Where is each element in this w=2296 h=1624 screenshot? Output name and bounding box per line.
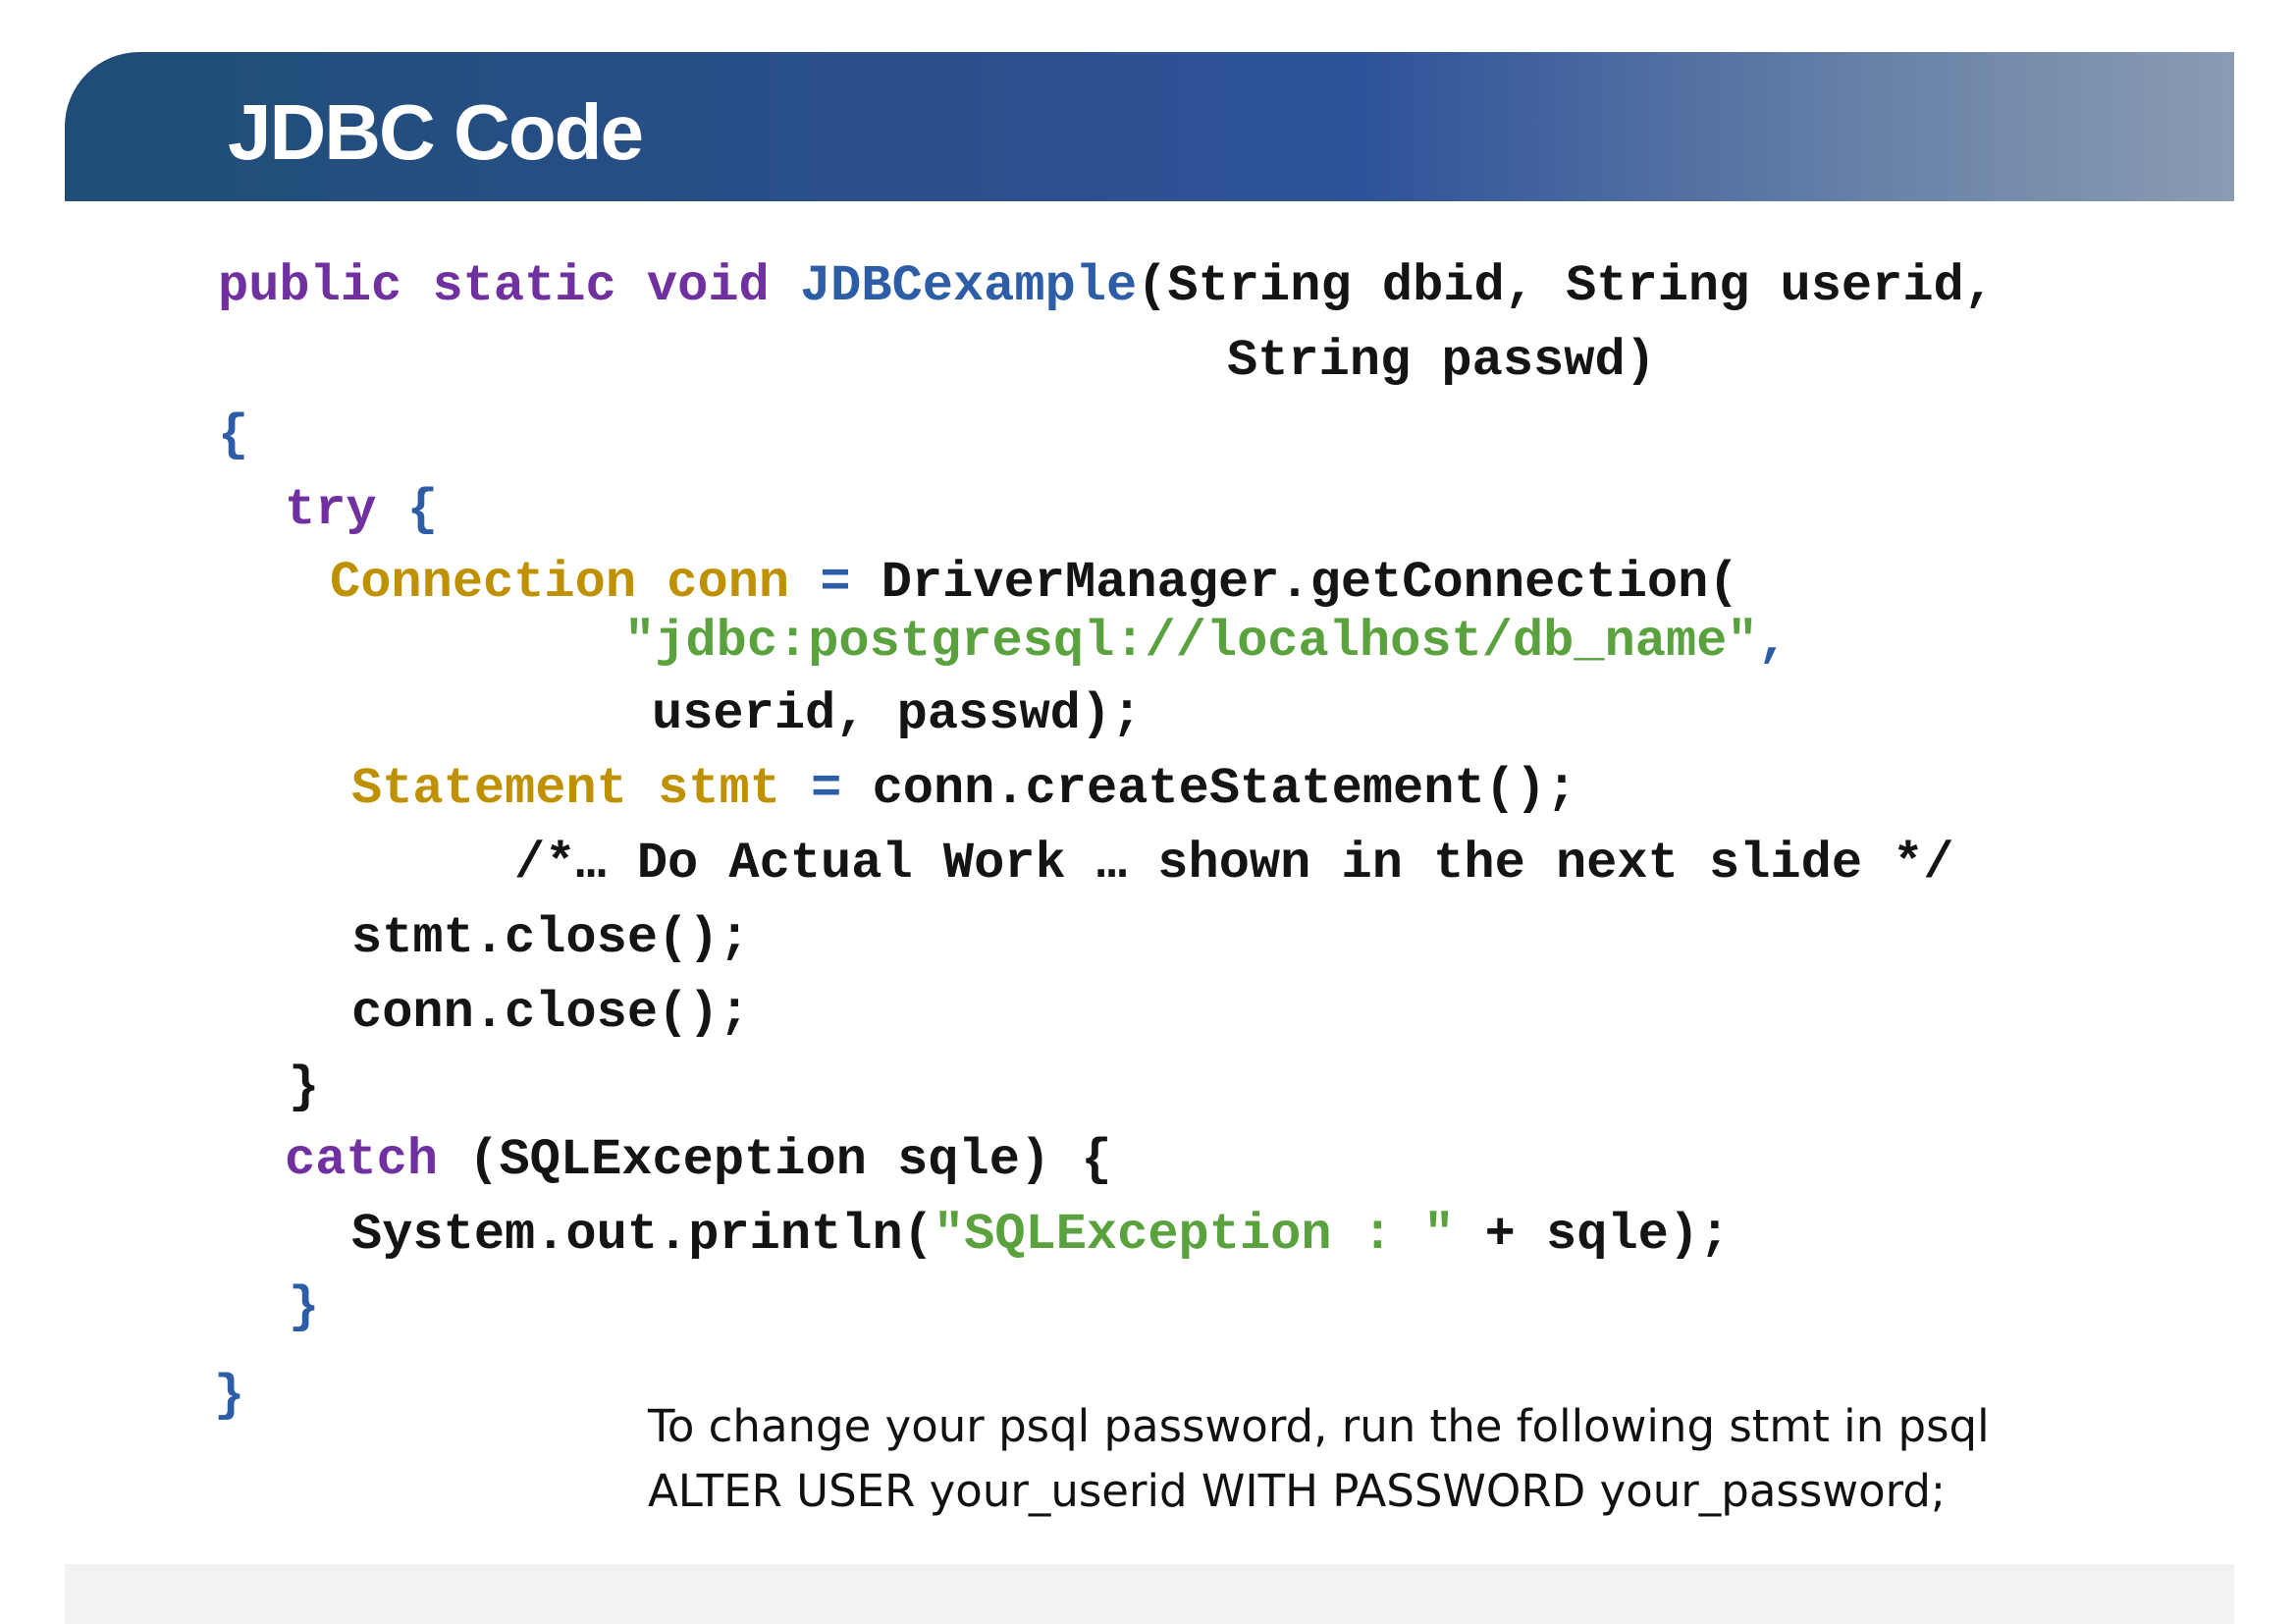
slide-title: JDBC Code (228, 88, 644, 176)
credential-args: userid, passwd); (652, 685, 1143, 743)
code-line-signature: public static void JDBCexample(String db… (218, 257, 1995, 316)
code-line-signature-cont: String passwd) (1227, 332, 1656, 391)
code-line-conn-close: conn.close(); (351, 984, 750, 1043)
keyword-public: public (218, 257, 402, 315)
code-line-try-close: } (289, 1058, 319, 1117)
keyword-try: try (285, 481, 377, 539)
method-open-brace: { (218, 406, 249, 464)
method-params-cont: String passwd) (1227, 332, 1656, 390)
code-line-catch-close: } (289, 1278, 319, 1337)
assign-op-2: = (811, 760, 842, 818)
password-note-line1: To change your psql password, run the fo… (648, 1400, 1990, 1452)
exception-string: "SQLException : " (933, 1206, 1455, 1264)
footer-bar (65, 1564, 2234, 1624)
code-line-connection: Connection conn = DriverManager.getConne… (330, 554, 1739, 613)
jdbc-url-string: "jdbc:postgresql://localhost/db_name" (624, 613, 1758, 671)
println-prefix: System.out.println( (351, 1206, 934, 1264)
assign-op: = (820, 554, 851, 612)
get-connection-call: DriverManager.getConnection( (881, 554, 1739, 612)
try-close-brace: } (289, 1058, 320, 1116)
try-open-brace: { (406, 481, 439, 539)
catch-clause: (SQLException sqle) { (468, 1131, 1112, 1189)
code-line-println: System.out.println("SQLException : " + s… (351, 1206, 1730, 1265)
password-note-line2: ALTER USER your_userid WITH PASSWORD you… (648, 1465, 1947, 1517)
var-stmt: stmt (658, 760, 780, 818)
code-line-url: "jdbc:postgresql://localhost/db_name", (624, 613, 1789, 672)
println-suffix: + sqle); (1484, 1206, 1731, 1264)
password-note: To change your psql password, run the fo… (648, 1394, 1990, 1524)
code-line-open-brace: { (218, 406, 248, 465)
method-params: (String dbid, String userid, (1137, 257, 1995, 315)
method-name: JDBCexample (799, 257, 1138, 315)
code-line-statement: Statement stmt = conn.createStatement(); (351, 760, 1576, 819)
catch-close-brace: } (289, 1278, 320, 1336)
var-conn: conn (667, 554, 790, 612)
work-comment: /*… Do Actual Work … shown in the next s… (514, 835, 1954, 893)
code-line-credentials: userid, passwd); (652, 685, 1142, 744)
code-line-stmt-close: stmt.close(); (351, 909, 750, 968)
keyword-catch: catch (285, 1131, 439, 1189)
method-close-brace: } (214, 1367, 245, 1425)
code-line-try: try { (285, 481, 438, 540)
type-connection: Connection (330, 554, 637, 612)
code-line-comment: /*… Do Actual Work … shown in the next s… (514, 835, 1954, 893)
keyword-void: void (646, 257, 770, 315)
code-line-catch: catch (SQLException sqle) { (285, 1131, 1112, 1190)
keyword-static: static (432, 257, 616, 315)
conn-close-call: conn.close(); (351, 984, 750, 1042)
type-statement: Statement (351, 760, 627, 818)
stmt-close-call: stmt.close(); (351, 909, 750, 967)
code-line-method-close: } (214, 1367, 244, 1426)
create-statement-call: conn.createStatement(); (872, 760, 1577, 818)
url-comma: , (1757, 613, 1789, 671)
